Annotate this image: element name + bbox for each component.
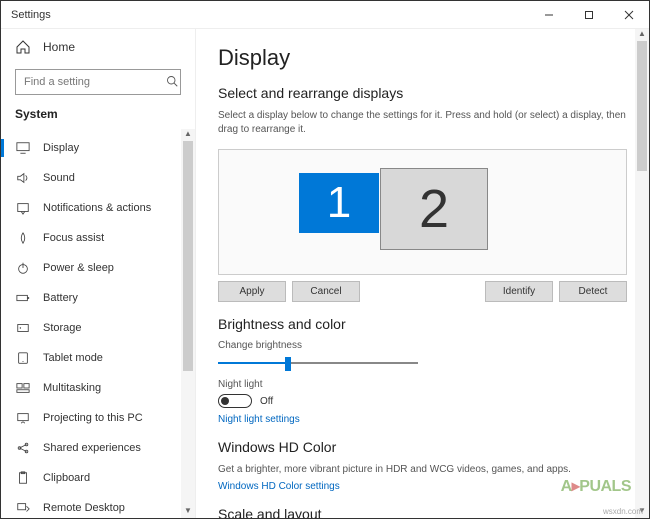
scrollbar-thumb[interactable] — [183, 141, 193, 371]
close-button[interactable] — [609, 1, 649, 29]
watermark-dot: ▸ — [572, 478, 580, 495]
nav-label: Display — [43, 142, 79, 154]
nav-notifications[interactable]: Notifications & actions — [1, 193, 195, 223]
nav-label: Power & sleep — [43, 262, 114, 274]
nav-label: Shared experiences — [43, 442, 141, 454]
scrollbar-thumb[interactable] — [637, 41, 647, 171]
sound-icon — [15, 170, 31, 186]
nav-label: Tablet mode — [43, 352, 103, 364]
focus-assist-icon — [15, 230, 31, 246]
main-scrollbar[interactable]: ▲ ▼ — [635, 29, 649, 518]
hd-color-heading: Windows HD Color — [218, 439, 627, 455]
tablet-icon — [15, 350, 31, 366]
nav-label: Clipboard — [43, 472, 90, 484]
nav-storage[interactable]: Storage — [1, 313, 195, 343]
night-light-settings-link[interactable]: Night light settings — [218, 414, 627, 425]
nav-label: Battery — [43, 292, 78, 304]
nav-power-sleep[interactable]: Power & sleep — [1, 253, 195, 283]
home-icon — [15, 39, 31, 55]
toggle-knob — [221, 397, 229, 405]
nav-label: Projecting to this PC — [43, 412, 143, 424]
scale-heading: Scale and layout — [218, 506, 627, 518]
brightness-label: Change brightness — [218, 340, 627, 351]
nav-label: Sound — [43, 172, 75, 184]
search-input[interactable] — [24, 76, 166, 88]
nav-display[interactable]: Display — [1, 133, 195, 163]
nav-projecting[interactable]: Projecting to this PC — [1, 403, 195, 433]
storage-icon — [15, 320, 31, 336]
night-light-toggle[interactable] — [218, 394, 252, 408]
titlebar: Settings — [1, 1, 649, 29]
apply-button[interactable]: Apply — [218, 281, 286, 302]
power-icon — [15, 260, 31, 276]
battery-icon — [15, 290, 31, 306]
arrange-heading: Select and rearrange displays — [218, 85, 627, 101]
sidebar: Home System Display Sound Notifications … — [1, 29, 196, 518]
nav-multitasking[interactable]: Multitasking — [1, 373, 195, 403]
monitor-2[interactable]: 2 — [380, 168, 488, 250]
nav-label: Multitasking — [43, 382, 101, 394]
nav-list: Display Sound Notifications & actions Fo… — [1, 129, 195, 518]
clipboard-icon — [15, 470, 31, 486]
scroll-down-icon[interactable]: ▼ — [183, 506, 193, 518]
detect-button[interactable]: Detect — [559, 281, 627, 302]
remote-desktop-icon — [15, 500, 31, 516]
monitor-1[interactable]: 1 — [299, 173, 379, 233]
search-icon — [166, 75, 178, 90]
attribution: wsxdn.com — [603, 507, 643, 516]
night-light-state: Off — [260, 396, 273, 407]
display-buttons: Apply Cancel Identify Detect — [218, 281, 627, 302]
brightness-heading: Brightness and color — [218, 316, 627, 332]
minimize-button[interactable] — [529, 1, 569, 29]
nav-label: Focus assist — [43, 232, 104, 244]
sidebar-scrollbar[interactable]: ▲ ▼ — [181, 129, 195, 518]
multitasking-icon — [15, 380, 31, 396]
hd-color-description: Get a brighter, more vibrant picture in … — [218, 463, 627, 477]
home-label: Home — [43, 40, 75, 54]
scroll-up-icon[interactable]: ▲ — [183, 129, 193, 141]
projecting-icon — [15, 410, 31, 426]
nav-label: Notifications & actions — [43, 202, 151, 214]
nav-label: Remote Desktop — [43, 502, 125, 514]
brightness-slider[interactable] — [218, 355, 418, 371]
nav-remote-desktop[interactable]: Remote Desktop — [1, 493, 195, 518]
page-title: Display — [218, 45, 627, 71]
nav-sound[interactable]: Sound — [1, 163, 195, 193]
shared-icon — [15, 440, 31, 456]
monitor-icon — [15, 140, 31, 156]
cancel-button[interactable]: Cancel — [292, 281, 360, 302]
slider-fill — [218, 362, 288, 364]
main-content: Display Select and rearrange displays Se… — [196, 29, 649, 518]
watermark: A▸PUALS — [561, 476, 631, 496]
nav-battery[interactable]: Battery — [1, 283, 195, 313]
home-link[interactable]: Home — [1, 29, 195, 65]
identify-button[interactable]: Identify — [485, 281, 553, 302]
window-title: Settings — [11, 9, 529, 21]
nav-clipboard[interactable]: Clipboard — [1, 463, 195, 493]
nav-tablet-mode[interactable]: Tablet mode — [1, 343, 195, 373]
scroll-up-icon[interactable]: ▲ — [637, 29, 647, 41]
section-title: System — [1, 105, 195, 129]
night-light-label: Night light — [218, 379, 627, 390]
nav-shared-experiences[interactable]: Shared experiences — [1, 433, 195, 463]
notifications-icon — [15, 200, 31, 216]
display-arrange-box[interactable]: 1 2 — [218, 149, 627, 275]
search-box[interactable] — [15, 69, 181, 95]
slider-thumb[interactable] — [285, 357, 291, 371]
nav-focus-assist[interactable]: Focus assist — [1, 223, 195, 253]
nav-label: Storage — [43, 322, 82, 334]
maximize-button[interactable] — [569, 1, 609, 29]
arrange-description: Select a display below to change the set… — [218, 109, 627, 137]
